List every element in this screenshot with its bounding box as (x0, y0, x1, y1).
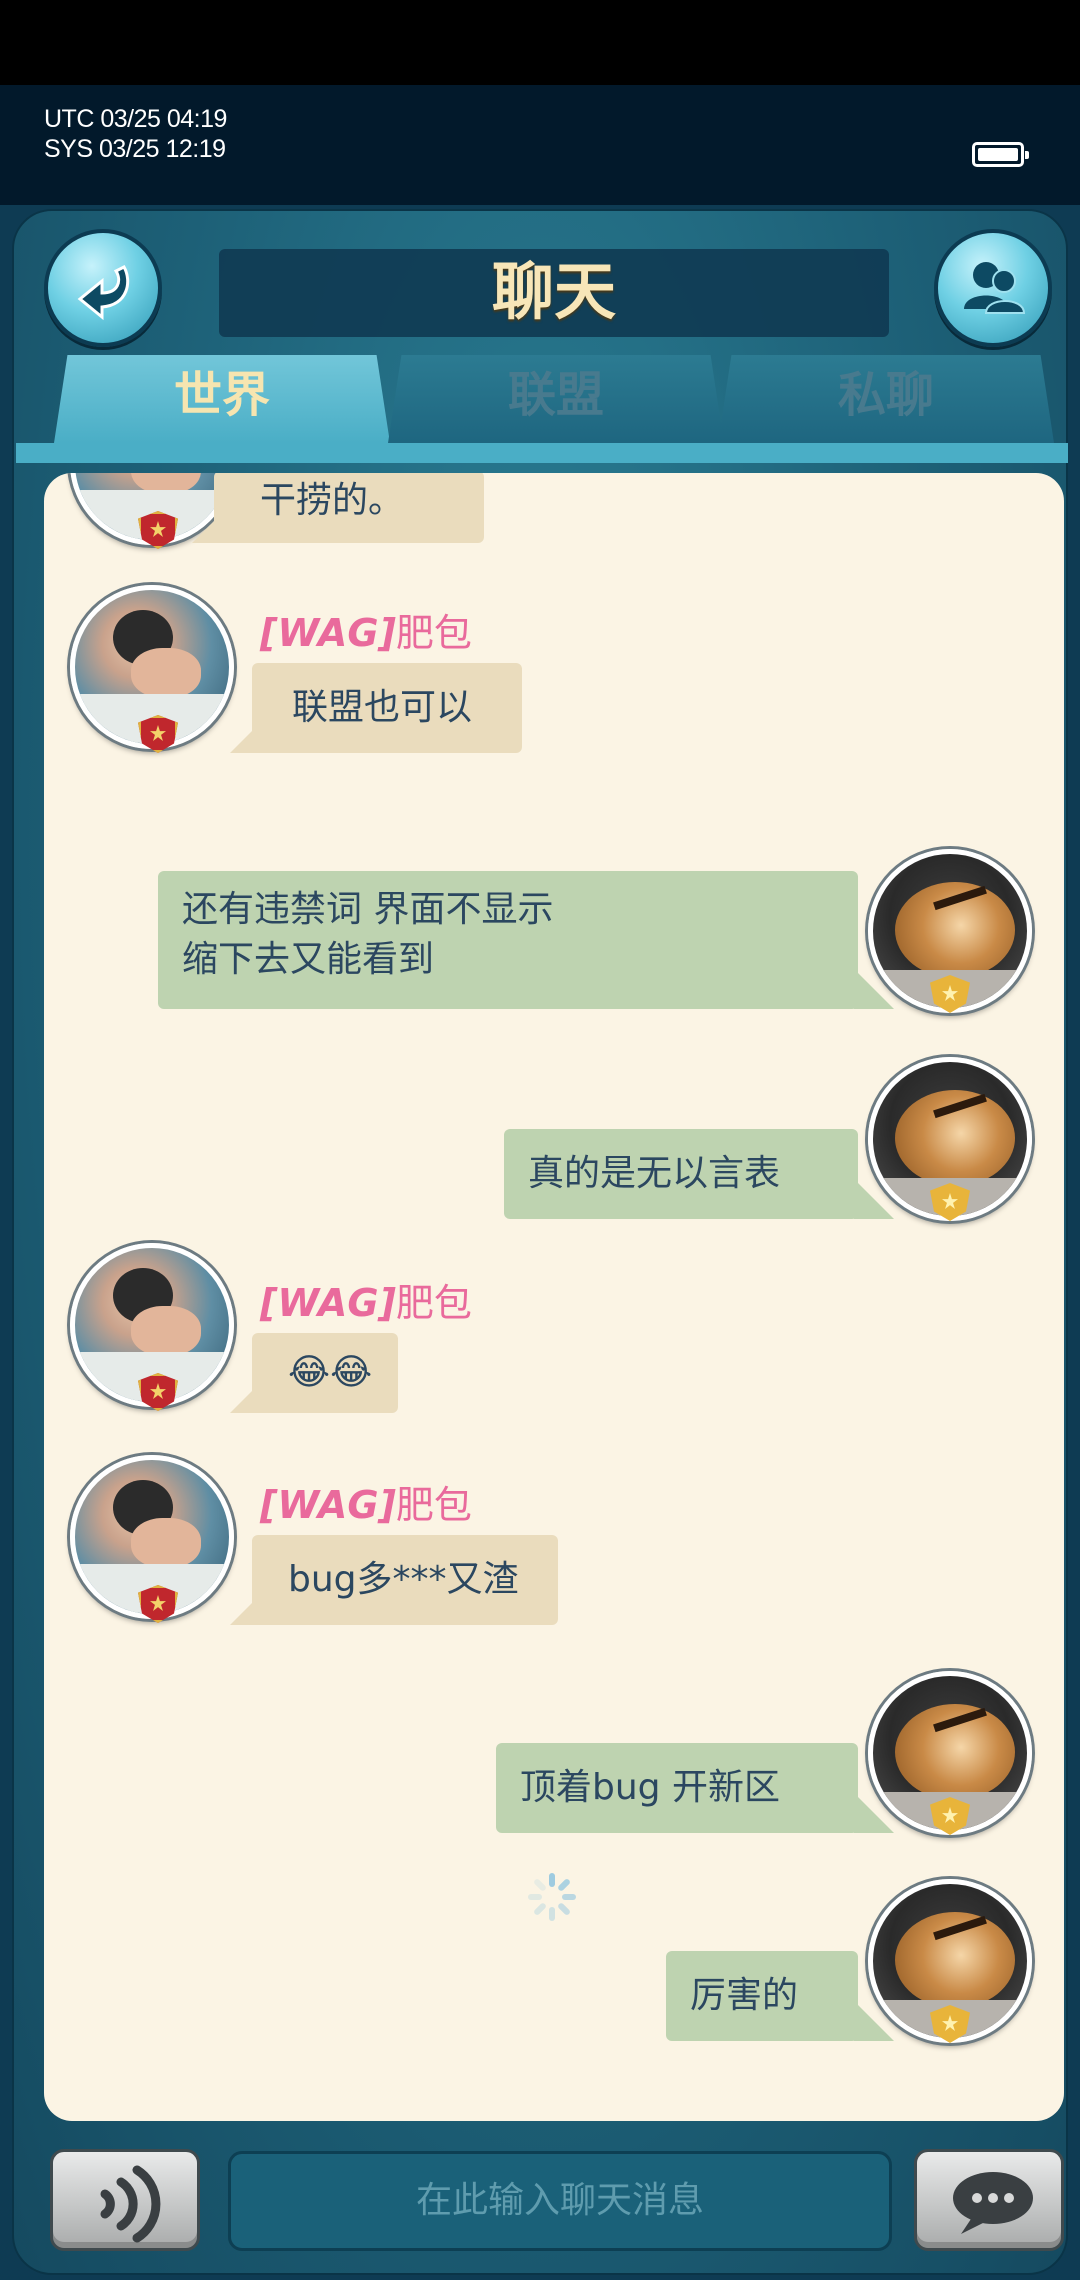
message-text: bug多***又渣 (288, 1559, 519, 1600)
alliance-tag: [WAG] (260, 1483, 396, 1527)
info-bar: UTC 03/25 04:19 SYS 03/25 12:19 (0, 85, 1080, 205)
message-text: 😂😂 (288, 1352, 373, 1393)
input-bar: 在此输入聊天消息 (14, 2141, 1080, 2280)
chat-panel: 聊天 世界 联盟 私聊 干捞的。 [WAG]肥包 联盟也可以 还有违禁词 界面不… (0, 205, 1080, 2280)
send-button[interactable] (914, 2149, 1064, 2251)
tab-underline (16, 443, 1068, 463)
panel-frame: 聊天 世界 联盟 私聊 干捞的。 [WAG]肥包 联盟也可以 还有违禁词 界面不… (12, 209, 1068, 2275)
battery-icon (972, 142, 1029, 167)
back-arrow-icon (77, 265, 130, 321)
message-text: 顶着bug 开新区 (520, 1767, 780, 1808)
message-bubble-outgoing: 厉害的 (666, 1951, 858, 2041)
alliance-tag: [WAG] (260, 611, 396, 655)
message-text: 还有违禁词 界面不显示 (182, 889, 554, 930)
status-bar (0, 0, 1080, 85)
sys-time: SYS 03/25 12:19 (44, 135, 226, 163)
chat-input[interactable]: 在此输入聊天消息 (228, 2151, 892, 2251)
sender-name[interactable]: [WAG]肥包 (260, 1279, 472, 1327)
friends-button[interactable] (934, 229, 1052, 347)
friends-icon (964, 262, 1026, 314)
player-name: 肥包 (395, 1281, 472, 1325)
page-title: 聊天 (491, 255, 616, 328)
message-bubble-incoming: bug多***又渣 (252, 1535, 558, 1625)
message-bubble-incoming: 干捞的。 (214, 473, 484, 543)
tab-world[interactable]: 世界 (54, 355, 390, 443)
back-button[interactable] (44, 229, 162, 347)
message-bubble-outgoing: 顶着bug 开新区 (496, 1743, 858, 1833)
alliance-tag: [WAG] (260, 1281, 396, 1325)
message-bubble-incoming: 😂😂 (252, 1333, 398, 1413)
voice-icon (100, 2165, 161, 2243)
utc-time: UTC 03/25 04:19 (44, 105, 227, 133)
tab-alliance[interactable]: 联盟 (388, 355, 724, 443)
loading-spinner-icon (528, 1873, 576, 1921)
tab-private[interactable]: 私聊 (718, 355, 1054, 443)
message-bubble-outgoing: 还有违禁词 界面不显示 缩下去又能看到 (158, 871, 858, 1009)
sender-name[interactable]: [WAG]肥包 (260, 609, 472, 657)
voice-button[interactable] (50, 2149, 200, 2251)
sender-name[interactable]: [WAG]肥包 (260, 1481, 472, 1529)
chat-bubble-icon (953, 2172, 1033, 2234)
message-text: 厉害的 (690, 1975, 799, 2016)
tab-bar: 世界 联盟 私聊 (54, 355, 1054, 447)
message-text: 缩下去又能看到 (182, 939, 435, 980)
message-list[interactable]: 干捞的。 [WAG]肥包 联盟也可以 还有违禁词 界面不显示 缩下去又能看到 真… (44, 473, 1064, 2121)
message-text: 联盟也可以 (292, 687, 473, 728)
message-text: 干捞的。 (260, 480, 405, 521)
message-bubble-outgoing: 真的是无以言表 (504, 1129, 858, 1219)
message-text: 真的是无以言表 (528, 1153, 781, 1194)
player-name: 肥包 (395, 611, 472, 655)
message-bubble-incoming: 联盟也可以 (252, 663, 522, 753)
player-name: 肥包 (395, 1483, 472, 1527)
